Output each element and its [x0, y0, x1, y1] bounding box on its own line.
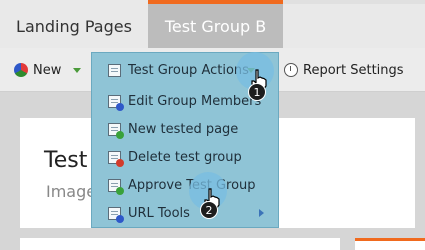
bottom-panel-accent: [355, 238, 425, 250]
tab-landing-pages[interactable]: Landing Pages: [0, 0, 148, 48]
step-badge-2: 2: [200, 201, 218, 219]
document-icon: [108, 63, 121, 77]
step-number: 1: [253, 85, 261, 99]
new-button[interactable]: New: [14, 48, 82, 92]
delete-icon: [108, 150, 124, 167]
clock-icon: [284, 63, 298, 77]
edit-members-icon: [108, 94, 124, 111]
add-page-icon: [108, 122, 124, 139]
url-tools-icon: [108, 206, 124, 223]
step-badge-1: 1: [248, 83, 266, 101]
approve-icon: [108, 178, 124, 195]
globe-badge: [116, 214, 124, 223]
x-badge: [116, 158, 124, 167]
menu-item-url-tools[interactable]: URL Tools: [92, 199, 278, 227]
plus-badge: [116, 130, 124, 139]
chevron-down-icon: [73, 67, 82, 73]
tab-label: Test Group B: [164, 16, 267, 36]
tab-label: Landing Pages: [16, 16, 132, 36]
menu-item-approve-test-group[interactable]: Approve Test Group: [92, 171, 278, 199]
menu-item-label: Edit Group Members: [128, 93, 262, 109]
new-label: New: [33, 62, 62, 78]
menu-item-label: URL Tools: [128, 205, 190, 221]
new-icon: [14, 63, 28, 77]
check-badge: [116, 186, 124, 195]
report-settings-label: Report Settings: [303, 62, 404, 78]
menu-item-label: Delete test group: [128, 149, 242, 165]
report-settings-button[interactable]: Report Settings: [284, 48, 404, 92]
page-title: Test: [44, 148, 88, 173]
bottom-panel: [20, 238, 340, 250]
info-badge: [116, 102, 124, 111]
menu-item-label: New tested page: [128, 121, 239, 137]
page-subtitle: Image: [46, 182, 97, 201]
tab-bar-filler: [283, 0, 425, 48]
submenu-arrow-icon: [259, 209, 264, 217]
menu-item-delete-test-group[interactable]: Delete test group: [92, 143, 278, 171]
tab-test-group-b[interactable]: Test Group B: [148, 0, 283, 48]
menu-item-label: Test Group Actions: [128, 62, 249, 78]
step-number: 2: [205, 203, 213, 217]
menu-item-new-tested-page[interactable]: New tested page: [92, 115, 278, 143]
